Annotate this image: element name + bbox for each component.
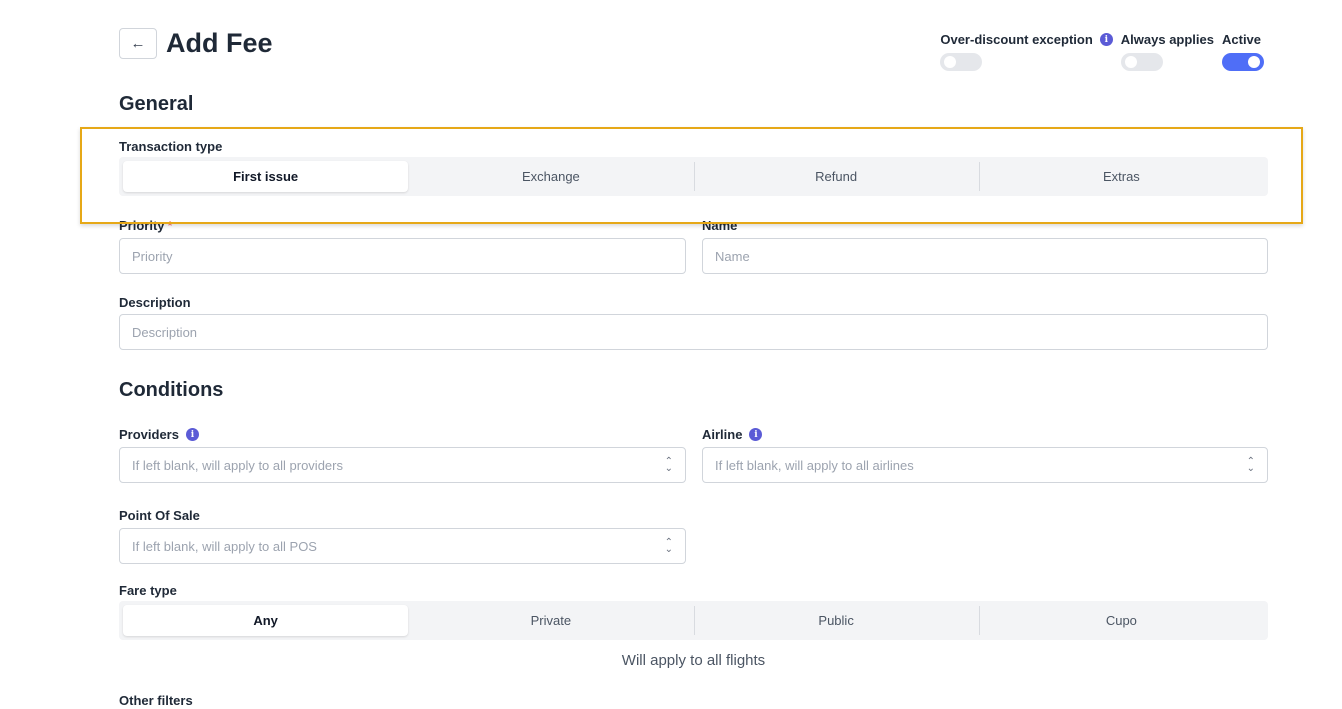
chevron-up-down-icon: ⌃ ⌄ — [664, 537, 673, 555]
page-title: Add Fee — [166, 28, 273, 58]
fare-type-segmented: Any Private Public Cupo — [119, 601, 1268, 640]
fare-type-any[interactable]: Any — [123, 605, 409, 636]
providers-select[interactable]: If left blank, will apply to all provide… — [119, 447, 686, 483]
chevron-up-down-icon: ⌃ ⌄ — [664, 456, 673, 474]
status-toggles: Over-discount exception i Always applies… — [940, 31, 1264, 71]
fare-type-private[interactable]: Private — [408, 605, 693, 636]
name-input[interactable]: Name — [702, 238, 1268, 274]
active-label: Active — [1222, 32, 1262, 47]
conditions-section-title: Conditions — [119, 379, 224, 401]
always-applies-switch[interactable] — [1120, 53, 1163, 71]
back-button[interactable]: ← — [119, 28, 157, 59]
pos-label: Point Of Sale — [119, 508, 200, 523]
info-icon[interactable]: i — [1099, 33, 1113, 46]
airline-select[interactable]: If left blank, will apply to all airline… — [702, 447, 1268, 483]
fare-type-cupo[interactable]: Cupo — [978, 605, 1264, 636]
over-discount-switch[interactable] — [940, 53, 983, 71]
providers-label: Providers i — [119, 427, 199, 442]
info-icon[interactable]: i — [185, 428, 199, 441]
description-label: Description — [119, 295, 191, 310]
over-discount-toggle-group: Over-discount exception i — [940, 31, 1113, 71]
page-header: ← Add Fee — [119, 28, 273, 59]
pos-select[interactable]: If left blank, will apply to all POS ⌃ ⌄ — [119, 528, 686, 564]
always-applies-toggle-group: Always applies — [1120, 31, 1214, 71]
active-switch[interactable] — [1222, 53, 1264, 71]
apply-note: Will apply to all flights — [621, 652, 766, 669]
fare-type-label: Fare type — [119, 583, 177, 598]
always-applies-label: Always applies — [1120, 32, 1214, 47]
description-input[interactable]: Description — [119, 314, 1268, 350]
active-toggle-group: Active — [1222, 31, 1264, 71]
arrow-left-icon: ← — [130, 35, 146, 52]
over-discount-label: Over-discount exception — [940, 32, 1093, 47]
airline-label: Airline i — [702, 427, 763, 442]
highlight-box — [80, 127, 1303, 224]
chevron-up-down-icon: ⌃ ⌄ — [1246, 456, 1255, 474]
other-filters-label: Other filters — [119, 693, 193, 708]
info-icon[interactable]: i — [749, 428, 763, 441]
general-section-title: General — [119, 93, 194, 115]
fare-type-public[interactable]: Public — [693, 605, 979, 636]
priority-input[interactable]: Priority — [119, 238, 686, 274]
